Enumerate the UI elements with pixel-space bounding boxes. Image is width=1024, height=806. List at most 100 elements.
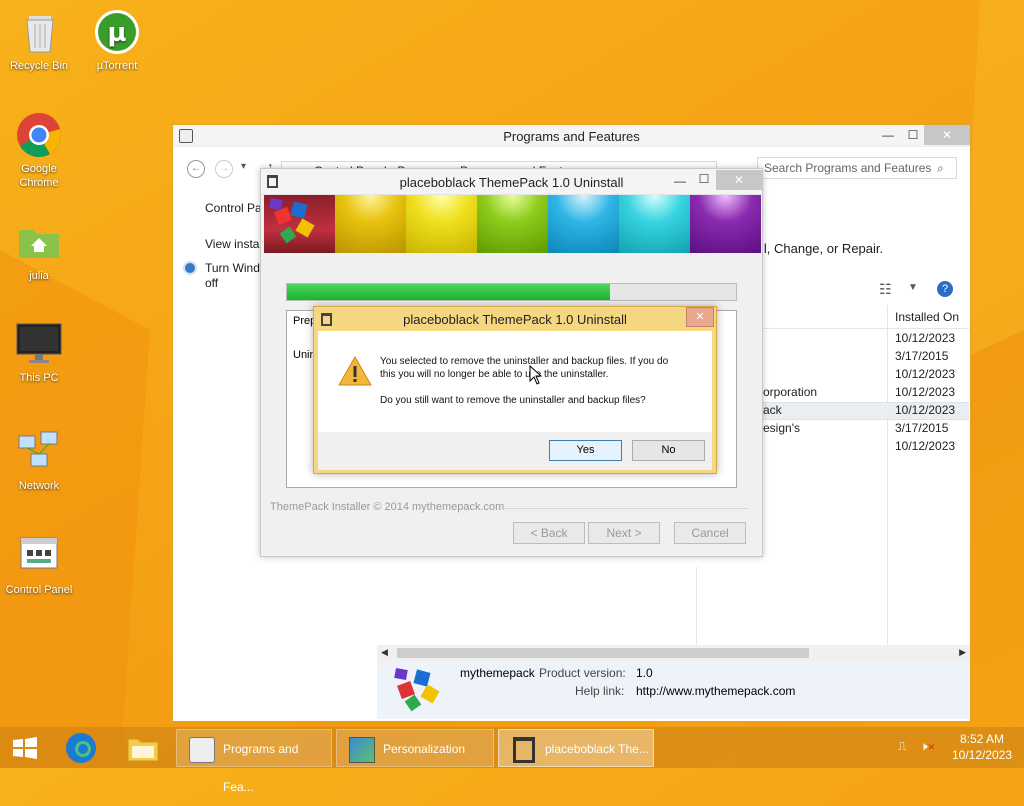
nav-link-control-panel-home[interactable]: Control Pa xyxy=(205,201,262,215)
dialog-title: placeboblack ThemePack 1.0 Uninstall xyxy=(403,312,627,327)
help-link-value[interactable]: http://www.mythemepack.com xyxy=(636,684,795,698)
table-row-date[interactable]: 10/12/2023 xyxy=(895,367,955,381)
wizard-minimize-button[interactable]: — xyxy=(667,171,693,191)
shield-icon xyxy=(183,261,197,275)
banner-panel-purple xyxy=(690,195,761,253)
nav-link-windows-features[interactable]: Turn Wind xyxy=(205,261,260,275)
dialog-title-bar: placeboblack ThemePack 1.0 Uninstall ✕ xyxy=(314,307,716,331)
table-row-date[interactable]: 10/12/2023 xyxy=(895,439,955,453)
banner-panel-yellow xyxy=(406,195,477,253)
dialog-question: Do you still want to remove the uninstal… xyxy=(380,395,646,406)
maximize-button[interactable]: ☐ xyxy=(900,125,926,145)
table-row-date[interactable]: 3/17/2015 xyxy=(895,349,948,363)
table-row-date[interactable]: 10/12/2023 xyxy=(895,385,955,399)
warning-icon xyxy=(338,355,372,386)
title-bar: Programs and Features — ☐ ✕ xyxy=(173,125,970,147)
table-row-name[interactable]: orporation xyxy=(763,385,817,399)
help-link-label: Help link: xyxy=(575,684,625,698)
column-divider-left xyxy=(696,567,697,645)
desktop-icon-recycle-bin[interactable]: Recycle Bin xyxy=(1,8,77,73)
page-subtitle: ll, Change, or Repair. xyxy=(761,241,884,256)
table-row-date[interactable]: 3/17/2015 xyxy=(895,421,948,435)
windows-start-icon[interactable] xyxy=(12,737,38,759)
edge-icon[interactable] xyxy=(64,731,98,765)
clock-time[interactable]: 8:52 AM xyxy=(948,732,1016,746)
dialog-close-button[interactable]: ✕ xyxy=(686,307,714,327)
recent-locations-icon[interactable]: ▾ xyxy=(241,161,246,172)
desktop-icon-network[interactable]: Network xyxy=(1,428,77,493)
scrollbar-thumb[interactable] xyxy=(397,648,809,658)
column-divider xyxy=(887,305,888,645)
no-button[interactable]: No xyxy=(632,440,705,461)
nav-link-view-installed-updates[interactable]: View instal xyxy=(205,237,262,251)
confirm-dialog: placeboblack ThemePack 1.0 Uninstall ✕ Y… xyxy=(313,306,717,474)
desktop-icon-julia[interactable]: julia xyxy=(1,218,77,283)
wizard-close-button[interactable]: ✕ xyxy=(716,170,762,190)
network-tray-icon[interactable]: ⎍ xyxy=(898,739,906,754)
clock-date[interactable]: 10/12/2023 xyxy=(948,748,1016,762)
desktop-icon-chrome[interactable]: Google Chrome xyxy=(1,111,77,190)
back-arrow-icon[interactable]: ← xyxy=(187,160,205,178)
utorrent-icon: µ xyxy=(93,8,141,56)
dialog-body: You selected to remove the uninstaller a… xyxy=(318,331,712,432)
desktop-icon-utorrent[interactable]: µ µTorrent xyxy=(79,8,155,73)
minimize-button[interactable]: — xyxy=(875,125,901,145)
view-dropdown-icon[interactable]: ▼ xyxy=(908,282,918,293)
horizontal-scrollbar[interactable]: ◀ ▶ xyxy=(377,645,970,661)
taskbar-item-uninstall[interactable]: placeboblack The... xyxy=(498,729,654,767)
personalization-icon xyxy=(349,737,375,763)
footer-divider xyxy=(501,508,748,509)
table-row-date[interactable]: 10/12/2023 xyxy=(895,403,955,417)
dialog-message-line: this you will no longer be able to use t… xyxy=(380,369,609,380)
banner-panel-blue xyxy=(548,195,619,253)
wizard-footer-text: ThemePack Installer © 2014 mythemepack.c… xyxy=(270,501,505,513)
network-icon xyxy=(15,428,63,476)
scroll-left-icon[interactable]: ◀ xyxy=(381,647,388,658)
cancel-button[interactable]: Cancel xyxy=(674,522,746,544)
forward-arrow-icon[interactable]: → xyxy=(215,160,233,178)
view-options-icon[interactable]: ☷ xyxy=(879,281,892,298)
banner-panel-green xyxy=(477,195,548,253)
table-row-name[interactable]: esign's xyxy=(763,421,800,435)
banner-logo-panel xyxy=(264,195,335,253)
nav-link-windows-features-cont[interactable]: off xyxy=(205,276,218,290)
themepack-logo-icon xyxy=(394,668,440,712)
desktop-icon-this-pc[interactable]: This PC xyxy=(1,320,77,385)
desktop-icon-control-panel[interactable]: Control Panel xyxy=(1,532,77,597)
search-icon[interactable]: ⌕ xyxy=(937,161,944,176)
chrome-icon xyxy=(15,111,63,159)
programs-window-icon xyxy=(189,737,215,763)
product-version-value: 1.0 xyxy=(636,666,653,680)
volume-muted-icon[interactable]: 🕨✕ xyxy=(920,739,935,754)
column-header-installed-on[interactable]: Installed On xyxy=(895,310,959,324)
banner-panel-cyan xyxy=(619,195,690,253)
wizard-maximize-button[interactable]: ☐ xyxy=(691,169,717,189)
help-icon[interactable]: ? xyxy=(937,281,953,297)
taskbar-item-programs-and-features[interactable]: Programs and Fea... xyxy=(176,729,332,794)
taskbar: Programs and Fea... Personalization plac… xyxy=(0,727,1024,794)
dialog-message-line: You selected to remove the uninstaller a… xyxy=(380,356,669,367)
search-input[interactable]: Search Programs and Features xyxy=(757,157,957,179)
table-row-date[interactable]: 10/12/2023 xyxy=(895,331,955,345)
mouse-cursor-icon xyxy=(529,365,543,385)
wizard-title-bar: placeboblack ThemePack 1.0 Uninstall — ☐… xyxy=(261,169,762,195)
themepack-banner-logo-icon xyxy=(269,198,315,244)
back-button[interactable]: < Back xyxy=(513,522,585,544)
monitor-icon xyxy=(15,320,63,368)
dialog-button-row: Yes No xyxy=(318,432,712,470)
details-pane: mythemepack Product version: 1.0 Help li… xyxy=(377,661,970,719)
window-title: Programs and Features xyxy=(503,129,640,144)
table-row-name[interactable]: ack xyxy=(763,403,782,417)
file-explorer-icon[interactable] xyxy=(126,733,160,763)
scroll-right-icon[interactable]: ▶ xyxy=(959,647,966,658)
wizard-banner xyxy=(264,195,761,253)
folder-icon xyxy=(15,218,63,266)
recycle-bin-icon xyxy=(15,8,63,56)
yes-button[interactable]: Yes xyxy=(549,440,622,461)
taskbar-item-personalization[interactable]: Personalization xyxy=(336,729,494,767)
progress-fill xyxy=(287,284,611,300)
svg-text:µ: µ xyxy=(107,18,126,48)
product-version-label: Product version: xyxy=(539,666,626,680)
close-button[interactable]: ✕ xyxy=(924,125,970,145)
next-button[interactable]: Next > xyxy=(588,522,660,544)
